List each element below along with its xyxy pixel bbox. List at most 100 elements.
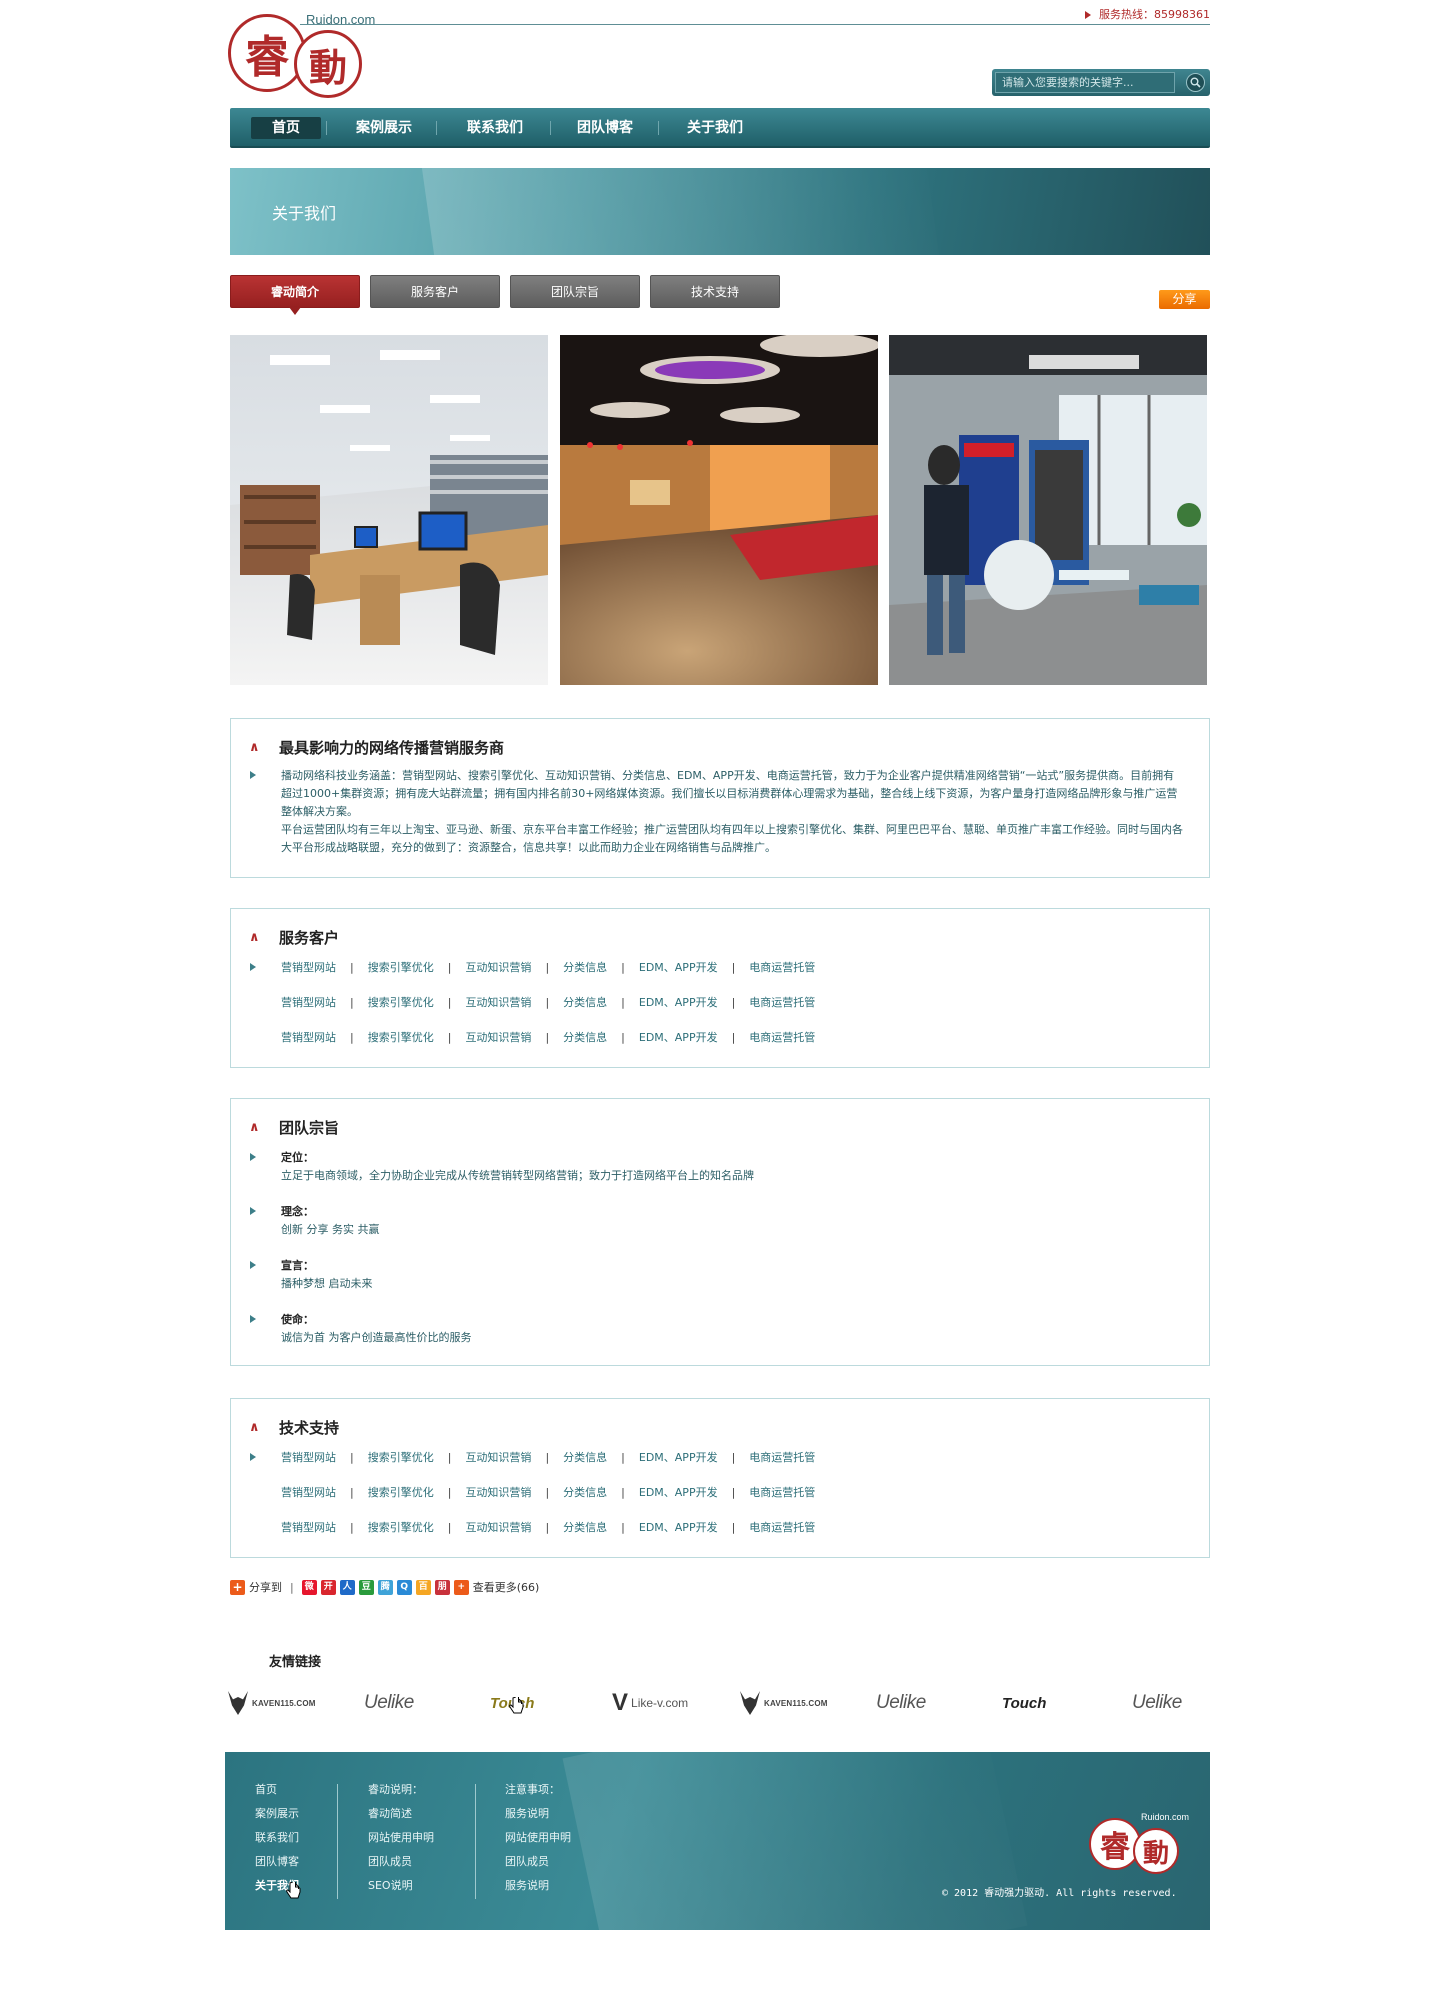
nav-cases[interactable]: 案例展示 (344, 117, 424, 139)
link-seo[interactable]: 搜索引擎优化 (368, 959, 434, 975)
positioning-label: 定位： (281, 1151, 314, 1164)
footer-link-terms[interactable]: 网站使用申明 (505, 1830, 571, 1854)
link-ecommerce-ops[interactable]: 电商运营托管 (749, 1449, 815, 1465)
link-classifieds[interactable]: 分类信息 (563, 1484, 607, 1500)
kaixin-icon[interactable]: 开 (320, 1579, 336, 1595)
tab-mission[interactable]: 团队宗旨 (510, 275, 640, 308)
link-knowledge-marketing[interactable]: 互动知识营销 (465, 1029, 531, 1045)
link-knowledge-marketing[interactable]: 互动知识营销 (465, 959, 531, 975)
footer-link-cases[interactable]: 案例展示 (255, 1806, 299, 1830)
tech-links-row: 营销型网站 | 搜索引擎优化 | 互动知识营销 | 分类信息 | EDM、APP开发 | … (281, 1449, 816, 1465)
nav-divider (326, 121, 327, 135)
team-mission-title: 团队宗旨 (279, 1119, 340, 1137)
share-plus-icon[interactable]: + (230, 1579, 245, 1595)
mission-text: 诚信为首 为客户创造最高性价比的服务 (281, 1331, 472, 1344)
philosophy-text: 创新 分享 务实 共赢 (281, 1223, 380, 1236)
link-marketing-site[interactable]: 营销型网站 (281, 994, 336, 1010)
link-classifieds[interactable]: 分类信息 (563, 959, 607, 975)
partner-text: KAVEN115.COM (764, 1698, 828, 1708)
nav-blog[interactable]: 团队博客 (565, 117, 645, 139)
footer-link-seo[interactable]: SEO说明 (368, 1878, 434, 1902)
partner-logo-touch[interactable]: Touch (1002, 1688, 1046, 1718)
triangle-bullet-icon (250, 771, 256, 779)
link-knowledge-marketing[interactable]: 互动知识营销 (465, 994, 531, 1010)
nav-about[interactable]: 关于我们 (675, 117, 755, 139)
footer-link-home[interactable]: 首页 (255, 1782, 299, 1806)
tencent-weibo-icon[interactable]: 腾 (377, 1579, 393, 1595)
link-knowledge-marketing[interactable]: 互动知识营销 (465, 1484, 531, 1500)
douban-icon[interactable]: 豆 (358, 1579, 374, 1595)
link-seo[interactable]: 搜索引擎优化 (368, 1029, 434, 1045)
weibo-icon[interactable]: 微 (301, 1579, 317, 1595)
footer-link-team[interactable]: 团队成员 (368, 1854, 434, 1878)
link-seo[interactable]: 搜索引擎优化 (368, 1484, 434, 1500)
footer-divider (475, 1784, 476, 1899)
link-edm-app[interactable]: EDM、APP开发 (639, 1449, 718, 1465)
pengyou-icon[interactable]: 朋 (434, 1579, 450, 1595)
tab-clients[interactable]: 服务客户 (370, 275, 500, 308)
triangle-bullet-icon (250, 1315, 256, 1323)
qq-zone-icon[interactable]: Q (396, 1579, 412, 1595)
footer-logo: 睿 動 Ruidon.com (1089, 1812, 1189, 1874)
link-edm-app[interactable]: EDM、APP开发 (639, 1519, 718, 1535)
philosophy-label: 理念： (281, 1205, 314, 1218)
link-ecommerce-ops[interactable]: 电商运营托管 (749, 1029, 815, 1045)
footer-logo-seal-2: 動 (1133, 1828, 1179, 1874)
footer-link-service[interactable]: 服务说明 (505, 1806, 571, 1830)
link-seo[interactable]: 搜索引擎优化 (368, 994, 434, 1010)
link-marketing-site[interactable]: 营销型网站 (281, 1484, 336, 1500)
link-classifieds[interactable]: 分类信息 (563, 1519, 607, 1535)
nav-home[interactable]: 首页 (251, 117, 321, 139)
triangle-bullet-icon (250, 963, 256, 971)
link-seo[interactable]: 搜索引擎优化 (368, 1519, 434, 1535)
link-classifieds[interactable]: 分类信息 (563, 1449, 607, 1465)
header-rule (300, 24, 1210, 25)
link-marketing-site[interactable]: 营销型网站 (281, 1519, 336, 1535)
footer-link-brief[interactable]: 睿动简述 (368, 1806, 434, 1830)
partner-logo-kaven[interactable]: KAVEN115.COM (228, 1688, 316, 1718)
link-ecommerce-ops[interactable]: 电商运营托管 (749, 1519, 815, 1535)
link-seo[interactable]: 搜索引擎优化 (368, 1449, 434, 1465)
partner-logo-uelike[interactable]: Uelike (364, 1688, 414, 1718)
link-ecommerce-ops[interactable]: 电商运营托管 (749, 1484, 815, 1500)
positioning-text: 立足于电商领域，全力协助企业完成从传统营销转型网络营销；致力于打造网络平台上的知… (281, 1169, 754, 1182)
link-knowledge-marketing[interactable]: 互动知识营销 (465, 1519, 531, 1535)
partner-logo-uelike[interactable]: Uelike (1132, 1688, 1182, 1718)
footer-link-service[interactable]: 服务说明 (505, 1878, 571, 1902)
partner-logo-kaven[interactable]: KAVEN115.COM (740, 1688, 828, 1718)
share-more-link[interactable]: 查看更多(66) (473, 1579, 540, 1595)
tab-intro[interactable]: 睿动简介 (230, 275, 360, 315)
link-edm-app[interactable]: EDM、APP开发 (639, 1484, 718, 1500)
footer-link-blog[interactable]: 团队博客 (255, 1854, 299, 1878)
footer-link-contact[interactable]: 联系我们 (255, 1830, 299, 1854)
link-marketing-site[interactable]: 营销型网站 (281, 1449, 336, 1465)
tab-tech-support[interactable]: 技术支持 (650, 275, 780, 308)
link-marketing-site[interactable]: 营销型网站 (281, 959, 336, 975)
link-ecommerce-ops[interactable]: 电商运营托管 (749, 994, 815, 1010)
link-edm-app[interactable]: EDM、APP开发 (639, 994, 718, 1010)
search-button[interactable] (1186, 73, 1205, 92)
search-input[interactable] (995, 72, 1175, 93)
more-icon[interactable]: + (453, 1579, 469, 1595)
copyright: © 2012 睿动强力驱动. All rights reserved. (942, 1888, 1177, 1899)
main-nav: 首页 案例展示 联系我们 团队博客 关于我们 (230, 108, 1210, 148)
link-classifieds[interactable]: 分类信息 (563, 994, 607, 1010)
page: 睿 動 Ruidon.com 服务热线：85998361 首页 案例展示 联系我… (0, 0, 1440, 2000)
link-knowledge-marketing[interactable]: 互动知识营销 (465, 1449, 531, 1465)
renren-icon[interactable]: 人 (339, 1579, 355, 1595)
link-ecommerce-ops[interactable]: 电商运营托管 (749, 959, 815, 975)
link-edm-app[interactable]: EDM、APP开发 (639, 1029, 718, 1045)
share-button[interactable]: 分享 (1159, 290, 1210, 309)
service-links-row: 营销型网站 | 搜索引擎优化 | 互动知识营销 | 分类信息 | EDM、APP开发 | … (281, 1029, 816, 1045)
baidu-icon[interactable]: 百 (415, 1579, 431, 1595)
nav-contact[interactable]: 联系我们 (455, 117, 535, 139)
caret-up-icon: ∧ (249, 930, 260, 945)
partner-logo-uelike[interactable]: Uelike (876, 1688, 926, 1718)
footer-link-terms[interactable]: 网站使用申明 (368, 1830, 434, 1854)
link-edm-app[interactable]: EDM、APP开发 (639, 959, 718, 975)
footer-link-team[interactable]: 团队成员 (505, 1854, 571, 1878)
link-classifieds[interactable]: 分类信息 (563, 1029, 607, 1045)
share-to-label[interactable]: 分享到 (249, 1579, 282, 1595)
link-marketing-site[interactable]: 营销型网站 (281, 1029, 336, 1045)
partner-logo-likev[interactable]: V Like-v.com (612, 1688, 688, 1718)
